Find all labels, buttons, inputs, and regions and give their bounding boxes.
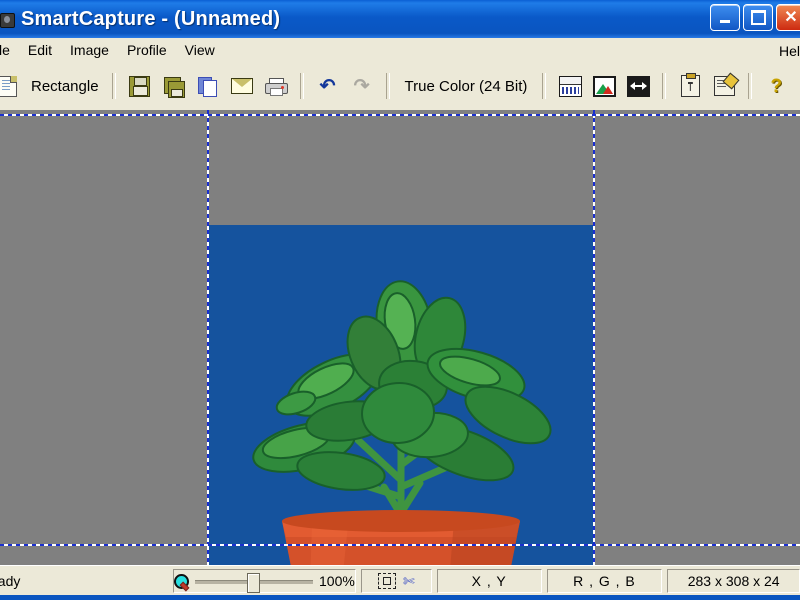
color-depth-selector[interactable]: True Color (24 Bit) (397, 78, 536, 95)
zoom-slider[interactable] (195, 573, 313, 589)
palette-button[interactable] (590, 72, 618, 100)
printer-icon (265, 78, 286, 95)
guide-vertical-right[interactable] (593, 110, 595, 565)
mail-button[interactable] (228, 72, 256, 100)
mail-icon (231, 78, 253, 94)
taskbar-edge (0, 595, 800, 600)
close-button[interactable]: ✕ (776, 4, 800, 31)
undo-icon: ↶ (320, 77, 336, 96)
guide-horizontal-bottom[interactable] (0, 544, 800, 546)
close-icon: ✕ (784, 10, 797, 26)
capture-mode-label[interactable]: Rectangle (25, 78, 105, 95)
coordinates-panel: X , Y (437, 569, 542, 593)
toolbar: Rectangle ↶ ↷ True Color (24 Bit) (0, 62, 800, 111)
menu-item-view[interactable]: View (176, 40, 224, 60)
color-histogram-icon (593, 76, 616, 97)
menu-item-edit[interactable]: Edit (19, 40, 61, 60)
undo-button[interactable]: ↶ (314, 72, 342, 100)
selection-box-icon[interactable] (378, 573, 396, 589)
minimize-button[interactable] (710, 4, 740, 31)
window-title: SmartCapture - (Unnamed) (21, 8, 280, 31)
resize-button[interactable] (624, 72, 652, 100)
window-controls: ✕ (710, 4, 800, 31)
potted-plant-graphic (208, 225, 594, 565)
toolbar-separator (748, 73, 752, 99)
maximize-icon (751, 10, 766, 25)
status-bar: eady 100% ✄ X , Y R , G , B 283 x 308 x … (0, 565, 800, 596)
menu-item-help[interactable]: Hel (773, 41, 800, 61)
zoom-slider-thumb[interactable] (247, 573, 260, 593)
copy-button[interactable] (194, 72, 222, 100)
menu-item-file[interactable]: le (0, 40, 19, 60)
menu-item-profile[interactable]: Profile (118, 40, 176, 60)
copy-icon (198, 77, 217, 96)
question-mark-icon: ? (771, 77, 783, 96)
magnifier-icon (174, 574, 189, 589)
minimize-icon (720, 20, 730, 23)
help-button[interactable]: ? (762, 72, 790, 100)
color-values-panel: R , G , B (547, 569, 663, 593)
guide-horizontal-top[interactable] (0, 114, 800, 116)
redo-icon: ↷ (354, 77, 370, 96)
title-bar: SmartCapture - (Unnamed) ✕ (0, 0, 800, 38)
guide-vertical-left[interactable] (207, 110, 209, 565)
redo-button[interactable]: ↷ (348, 72, 376, 100)
properties-icon (714, 76, 735, 96)
properties-button[interactable] (710, 72, 738, 100)
save-all-icon (164, 77, 184, 96)
save-button[interactable] (126, 72, 154, 100)
menu-bar: le Edit Image Profile View Hel (0, 38, 800, 63)
print-button[interactable] (262, 72, 290, 100)
toolbar-separator (300, 73, 304, 99)
resize-arrows-icon (627, 76, 650, 97)
scissors-icon[interactable]: ✄ (403, 574, 415, 588)
document-icon (0, 76, 17, 97)
clipboard-icon (681, 75, 700, 97)
zoom-control[interactable]: 100% (173, 569, 356, 593)
workspace[interactable] (0, 110, 800, 565)
floppy-save-icon (129, 76, 150, 97)
selection-tools-panel[interactable]: ✄ (361, 569, 432, 593)
zoom-percent-label: 100% (319, 573, 355, 589)
save-all-button[interactable] (160, 72, 188, 100)
toolbar-separator (386, 73, 390, 99)
toolbar-separator (662, 73, 666, 99)
captured-image[interactable] (208, 225, 594, 565)
brightness-button[interactable] (556, 72, 584, 100)
camera-icon (0, 9, 16, 29)
toolbar-separator (542, 73, 546, 99)
maximize-button[interactable] (743, 4, 773, 31)
capture-mode-button[interactable] (0, 72, 22, 100)
brightness-contrast-icon (559, 76, 582, 97)
image-dimensions-panel: 283 x 308 x 24 (667, 569, 800, 593)
smartcapture-window: SmartCapture - (Unnamed) ✕ le Edit Image… (0, 0, 800, 600)
menu-item-image[interactable]: Image (61, 40, 118, 60)
toolbar-separator (112, 73, 116, 99)
clipboard-button[interactable] (676, 72, 704, 100)
status-message: eady (0, 570, 168, 592)
